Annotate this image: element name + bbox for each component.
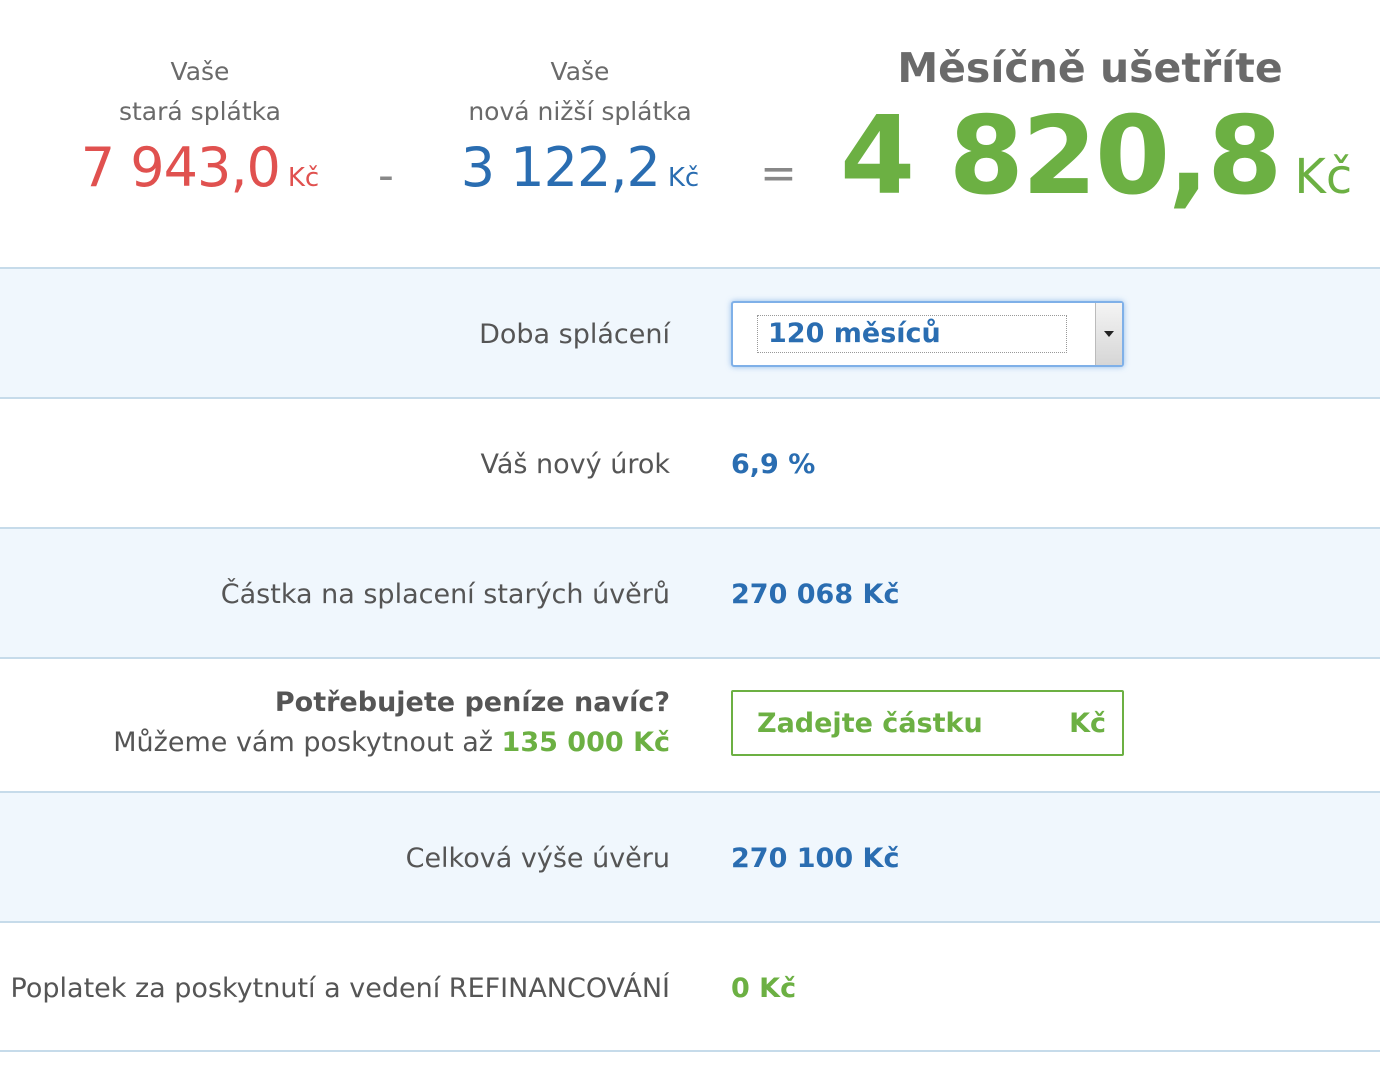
term-label: Doba splácení [479,319,670,350]
row-extra-money: Potřebujete peníze navíc? Můžeme vám pos… [0,657,1380,792]
bottom-divider [0,1050,1380,1052]
extra-money-offer-text: Můžeme vám poskytnout až [113,727,493,758]
total-loan-value: 270 100 Kč [731,843,900,874]
new-payment-label-line2: nová nižší splátka [468,97,692,126]
extra-amount-unit: Kč [1069,708,1106,739]
old-payment-value: 7 943,0 [80,136,281,199]
extra-money-question: Potřebujete peníze navíc? [275,683,670,723]
extra-money-question-text: Potřebujete peníze navíc? [274,687,670,718]
new-payment-value: 3 122,2 [460,136,661,199]
old-payment-label-line2: stará splátka [118,97,281,126]
equals-sign: = [760,148,797,199]
monthly-savings-title: Měsíčně ušetříte [897,44,1283,92]
row-payoff: Částka na splacení starých úvěrů 270 068… [0,527,1380,658]
minus-sign: - [378,150,394,201]
extra-amount-input[interactable]: Zadejte částku Kč [731,690,1124,756]
monthly-savings-amount: 4 820,8 Kč [840,94,1352,219]
fee-value: 0 Kč [731,973,797,1004]
monthly-savings-currency: Kč [1294,149,1353,205]
new-payment-label-line1: Vaše [550,57,610,86]
rate-value: 6,9 % [731,449,816,480]
row-fee: Poplatek za poskytnutí a vedení REFINANC… [0,921,1380,1052]
chevron-down-icon [1104,331,1114,337]
new-payment-currency: Kč [667,163,700,193]
new-payment-amount: 3 122,2 Kč [430,136,730,199]
term-selected-value[interactable]: 120 měsíců [757,315,1067,353]
payment-summary: Vaše stará splátka 7 943,0 Kč - Vaše nová… [0,0,1380,268]
new-payment: Vaše nová nižší splátka 3 122,2 Kč [430,52,730,199]
row-total-loan: Celková výše úvěru 270 100 Kč [0,791,1380,922]
dropdown-button[interactable] [1095,303,1122,365]
extra-money-offer-amount: 135 000 Kč [501,727,670,758]
rate-label: Váš nový úrok [480,449,670,480]
old-payment: Vaše stará splátka 7 943,0 Kč [60,52,340,199]
term-select[interactable]: 120 měsíců [731,301,1124,367]
old-payment-label-line1: Vaše [170,57,230,86]
payoff-label: Částka na splacení starých úvěrů [220,579,670,610]
old-payment-amount: 7 943,0 Kč [60,136,340,199]
extra-amount-placeholder[interactable]: Zadejte částku [757,704,983,744]
refinance-calculator: Vaše stará splátka 7 943,0 Kč - Vaše nová… [0,0,1380,1072]
total-loan-label: Celková výše úvěru [405,843,670,874]
monthly-savings-value: 4 820,8 [840,94,1282,219]
extra-money-offer: Můžeme vám poskytnout až 135 000 Kč [113,723,670,763]
fee-label: Poplatek za poskytnutí a vedení REFINANC… [10,973,670,1004]
monthly-savings: Měsíčně ušetříte 4 820,8 Kč [840,40,1352,219]
row-rate: Váš nový úrok 6,9 % [0,397,1380,528]
row-term: Doba splácení 120 měsíců [0,267,1380,398]
payoff-value: 270 068 Kč [731,579,900,610]
old-payment-currency: Kč [287,163,320,193]
